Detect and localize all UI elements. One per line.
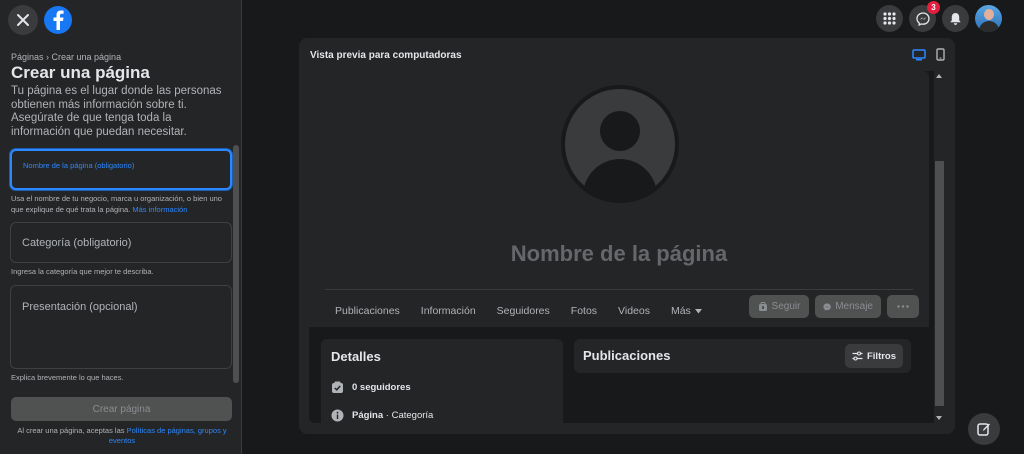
preview-actions: Seguir Mensaje (749, 295, 919, 318)
tab-mas[interactable]: Más (671, 305, 702, 317)
mobile-icon[interactable] (936, 48, 945, 61)
details-card: Detalles 0 seguidores Página · Categoría (321, 339, 563, 423)
tab-seguidores[interactable]: Seguidores (497, 305, 550, 317)
form-area: Nombre de la página (obligatorio) Usa el… (0, 145, 242, 385)
header-divider (325, 289, 913, 290)
account-avatar[interactable] (975, 5, 1002, 32)
profile-placeholder (565, 89, 675, 199)
tab-videos[interactable]: Videos (618, 305, 650, 317)
messenger-icon (915, 11, 930, 26)
message-label: Mensaje (835, 301, 873, 312)
sliders-icon (852, 351, 863, 361)
avatar-body (979, 21, 999, 32)
learn-more-link[interactable]: Más información (132, 205, 187, 214)
facebook-f-icon (53, 10, 64, 30)
follow-icon (758, 301, 767, 311)
notifications-button[interactable] (942, 5, 969, 32)
category-help: Ingresa la categoría que mejor te descri… (11, 267, 154, 276)
scroll-up-arrow-icon[interactable] (936, 74, 942, 78)
intro-text: Tu página es el lugar donde las personas… (11, 85, 222, 138)
compose-icon (977, 423, 990, 436)
more-dots-icon (897, 305, 909, 308)
filters-label: Filtros (866, 350, 897, 362)
posts-card: Publicaciones Filtros (574, 339, 911, 373)
sidebar-scrollbar-thumb[interactable] (233, 145, 239, 383)
breadcrumb[interactable]: Páginas › Crear una página (11, 52, 121, 62)
page-title: Crear una página (11, 63, 150, 82)
scroll-down-arrow-icon[interactable] (936, 416, 942, 420)
follow-button[interactable]: Seguir (749, 295, 809, 318)
preview-nav-tabs: Publicaciones Información Seguidores Fot… (335, 301, 723, 321)
info-icon (331, 409, 344, 422)
close-icon (17, 14, 29, 26)
posts-title: Publicaciones (583, 348, 671, 363)
preview-title: Vista previa para computadoras (310, 50, 462, 61)
follow-label: Seguir (771, 301, 801, 312)
avatar-head (984, 9, 994, 20)
tab-mas-label: Más (670, 305, 691, 317)
facebook-logo[interactable] (44, 6, 72, 34)
tab-publicaciones[interactable]: Publicaciones (335, 305, 400, 317)
desktop-icon[interactable] (912, 48, 926, 61)
new-message-button[interactable] (968, 413, 1000, 445)
caret-down-icon (694, 308, 702, 313)
terms-prefix: Al crear una página, aceptas las (17, 426, 125, 435)
close-button[interactable] (8, 5, 38, 35)
messenger-button[interactable]: 3 (909, 1, 940, 32)
category-input[interactable]: Categoría (obligatorio) (10, 222, 232, 263)
create-page-sidebar: Páginas › Crear una página Crear una pág… (0, 0, 242, 454)
followers-row: 0 seguidores (331, 381, 411, 394)
tab-fotos[interactable]: Fotos (571, 305, 597, 317)
messenger-small-icon (823, 302, 831, 311)
grid-menu-icon (883, 12, 896, 25)
page-name-input[interactable]: Nombre de la página (obligatorio) (10, 149, 232, 190)
desktop-preview-card: Vista previa para computadoras Nombre de… (299, 38, 955, 434)
sidebar-scrollbar[interactable] (233, 145, 239, 383)
followers-check-icon (332, 381, 343, 393)
filters-button[interactable]: Filtros (845, 344, 903, 368)
category-text: Categoría (391, 410, 434, 421)
device-toggle (912, 48, 945, 61)
preview-frame: Nombre de la página Publicaciones Inform… (309, 71, 945, 423)
bell-icon (950, 12, 961, 25)
bio-help: Explica brevemente lo que haces. (11, 373, 124, 382)
message-button[interactable]: Mensaje (815, 295, 881, 318)
top-right-toolbar: 3 (876, 1, 1002, 32)
menu-button[interactable] (876, 5, 903, 32)
preview-scrollbar-thumb[interactable] (935, 161, 944, 406)
bio-textarea[interactable]: Presentación (opcional) (10, 285, 232, 369)
profile-placeholder-head (600, 111, 640, 151)
followers-count: 0 seguidores (352, 382, 411, 393)
page-name-label: Nombre de la página (obligatorio) (23, 161, 135, 170)
category-label: Categoría (obligatorio) (22, 237, 132, 249)
messenger-badge: 3 (927, 1, 940, 14)
app-root: Páginas › Crear una página Crear una pág… (0, 0, 1024, 454)
page-label: Página (352, 410, 384, 421)
terms-text: Al crear una página, aceptas las Polític… (11, 426, 233, 446)
page-name-help-text: Usa el nombre de tu negocio, marca u org… (11, 194, 222, 214)
page-category-text: Página · Categoría (352, 410, 434, 421)
page-category-row: Página · Categoría (331, 409, 433, 422)
profile-placeholder-body (583, 159, 657, 199)
page-name-help: Usa el nombre de tu negocio, marca u org… (11, 194, 233, 215)
policies-link[interactable]: Políticas de páginas, grupos y eventos (109, 426, 227, 445)
tab-informacion[interactable]: Información (421, 305, 476, 317)
more-options-button[interactable] (887, 295, 919, 318)
bio-label: Presentación (opcional) (22, 301, 138, 313)
create-page-button[interactable]: Crear página (11, 397, 232, 421)
profile-picture (561, 85, 679, 203)
sidebar-top (8, 5, 72, 35)
preview-scrollbar[interactable] (934, 71, 945, 423)
details-title: Detalles (331, 349, 381, 364)
preview-page-name: Nombre de la página (510, 241, 728, 266)
